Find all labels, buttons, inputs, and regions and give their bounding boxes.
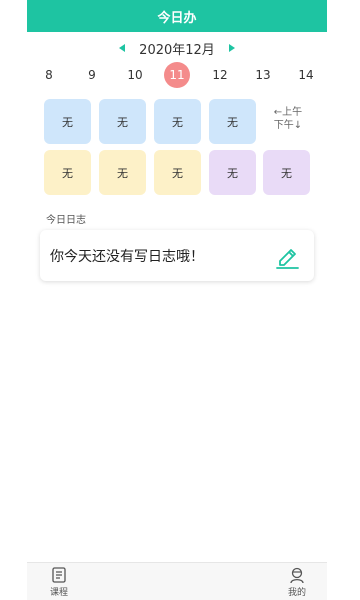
afternoon-slot-4[interactable]: 无: [209, 150, 256, 195]
afternoon-slot-1[interactable]: 无: [44, 150, 91, 195]
profile-icon: [290, 567, 304, 584]
tab-profile[interactable]: 我的: [275, 566, 319, 600]
afternoon-slot-3[interactable]: 无: [154, 150, 201, 195]
month-navigator: 2020年12月: [27, 38, 327, 58]
day-10[interactable]: 10: [122, 62, 148, 88]
day-12[interactable]: 12: [207, 62, 233, 88]
pencil-edit-icon[interactable]: [274, 243, 300, 269]
day-13[interactable]: 13: [250, 62, 276, 88]
log-empty-text: 你今天还没有写日志哦！: [50, 248, 204, 265]
book-icon: [52, 567, 66, 583]
app-page: 今日办 2020年12月 8 9 10 11 12 13 14 无 无 无 无 …: [27, 0, 327, 600]
day-11-selected[interactable]: 11: [164, 62, 190, 88]
next-month-icon[interactable]: [228, 44, 235, 52]
day-8[interactable]: 8: [36, 62, 62, 88]
week-days-row: 8 9 10 11 12 13 14: [27, 62, 327, 88]
header-bar: 今日办: [27, 0, 327, 32]
log-section-label: 今日日志: [46, 215, 86, 226]
toggle-am-label: ←上午: [273, 107, 303, 118]
prev-month-icon[interactable]: [119, 44, 126, 52]
bottom-tab-bar: 课程 我的: [27, 562, 327, 600]
day-14[interactable]: 14: [293, 62, 319, 88]
tab-profile-label: 我的: [287, 588, 306, 598]
page-title: 今日办: [157, 10, 197, 26]
morning-slot-4[interactable]: 无: [209, 99, 256, 144]
afternoon-slot-2[interactable]: 无: [99, 150, 146, 195]
morning-slot-2[interactable]: 无: [99, 99, 146, 144]
month-label: 2020年12月: [139, 42, 215, 58]
tab-course[interactable]: 课程: [37, 566, 81, 600]
daily-log-card[interactable]: 你今天还没有写日志哦！: [40, 230, 314, 281]
afternoon-slot-5[interactable]: 无: [263, 150, 310, 195]
toggle-pm-label: 下午↓: [273, 120, 303, 131]
am-pm-toggle[interactable]: ←上午 下午↓: [268, 106, 308, 136]
day-9[interactable]: 9: [79, 62, 105, 88]
morning-slot-3[interactable]: 无: [154, 99, 201, 144]
morning-slot-1[interactable]: 无: [44, 99, 91, 144]
tab-course-label: 课程: [49, 588, 68, 598]
